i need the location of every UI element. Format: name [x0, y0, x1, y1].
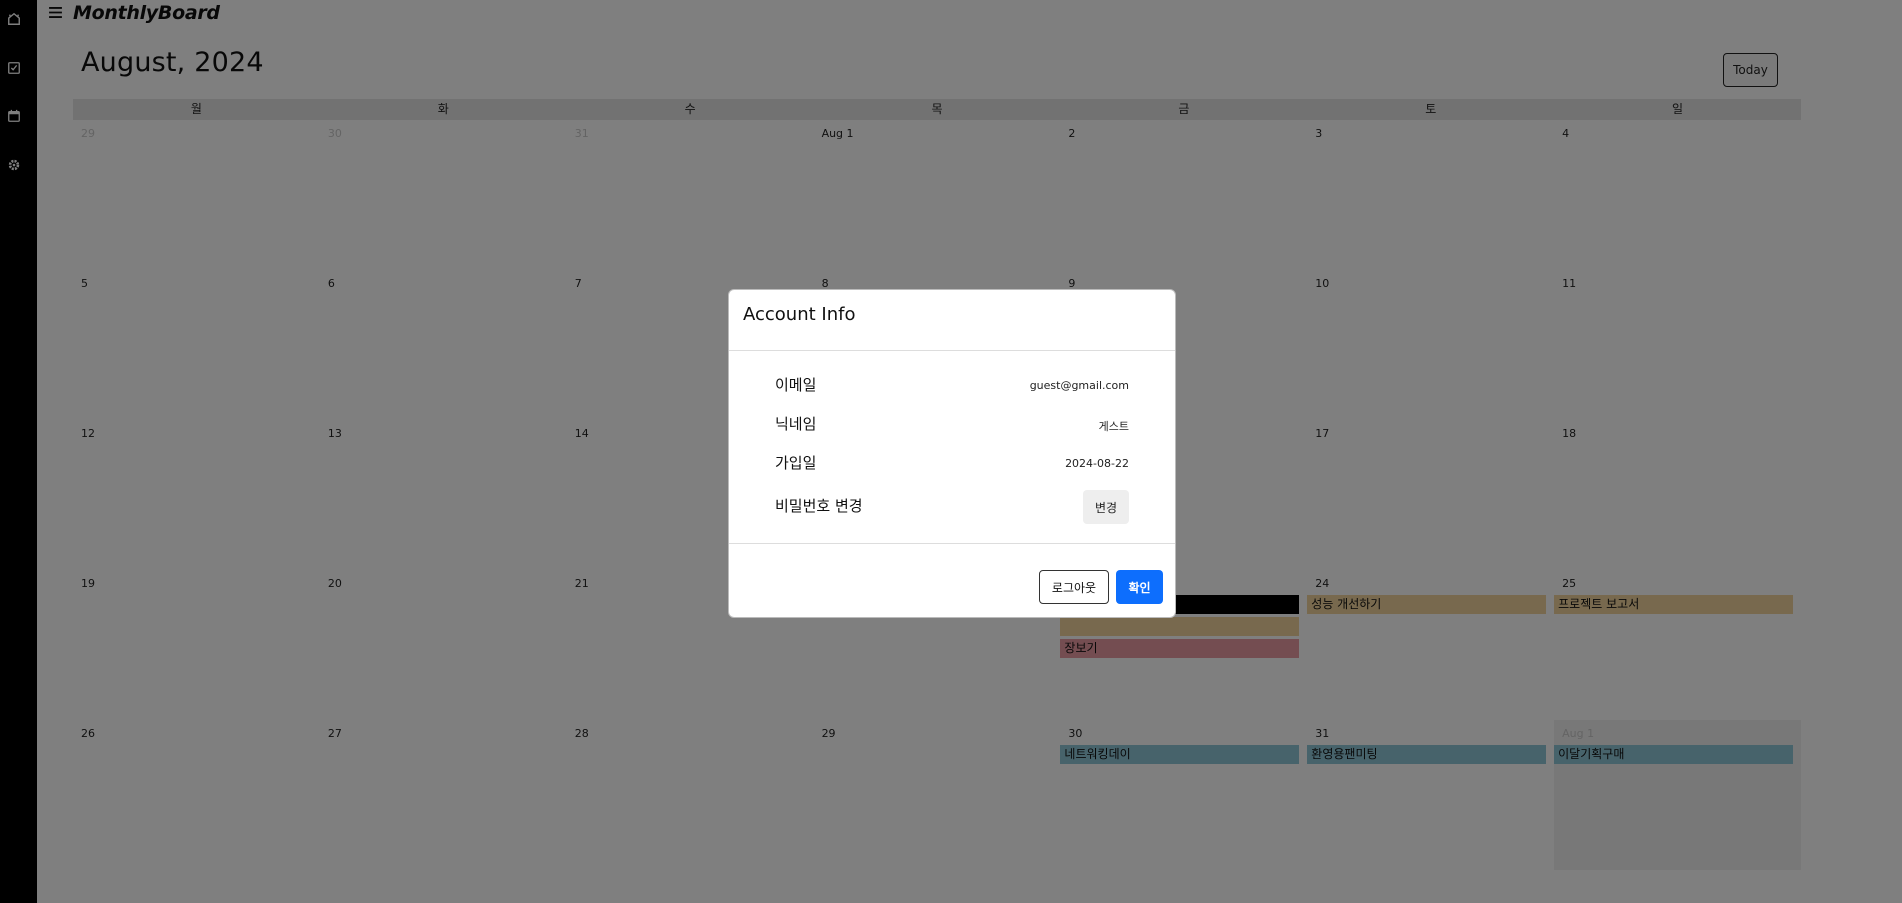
joined-date-value: 2024-08-22	[1065, 457, 1129, 470]
email-row: 이메일 guest@gmail.com	[775, 374, 1129, 404]
logout-button[interactable]: 로그아웃	[1039, 570, 1109, 604]
change-password-button[interactable]: 변경	[1083, 490, 1129, 524]
modal-body: 이메일 guest@gmail.com 닉네임 게스트 가입일 2024-08-…	[729, 352, 1175, 544]
email-label: 이메일	[775, 376, 817, 394]
joined-date-label: 가입일	[775, 454, 817, 472]
modal-header: Account Info	[729, 290, 1175, 351]
password-change-row: 비밀번호 변경 변경	[775, 490, 1129, 525]
confirm-button[interactable]: 확인	[1116, 570, 1163, 604]
nickname-row: 닉네임 게스트	[775, 413, 1129, 443]
nickname-label: 닉네임	[775, 415, 817, 433]
nickname-value: 게스트	[1098, 420, 1129, 433]
modal-title: Account Info	[743, 304, 856, 325]
account-info-modal: Account Info 이메일 guest@gmail.com 닉네임 게스트…	[728, 289, 1176, 618]
password-change-label: 비밀번호 변경	[775, 497, 863, 515]
joined-date-row: 가입일 2024-08-22	[775, 452, 1129, 482]
email-value: guest@gmail.com	[1029, 379, 1129, 392]
